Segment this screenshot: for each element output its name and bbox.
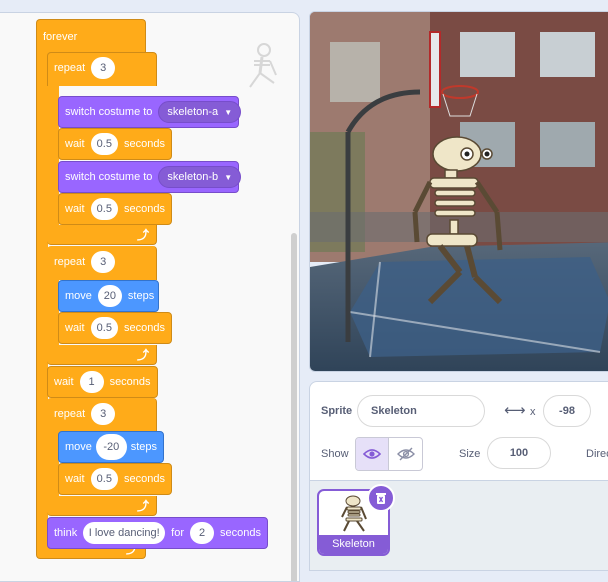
caret-down-icon: ▼ — [224, 172, 233, 182]
size-label: Size — [459, 448, 481, 460]
trash-icon — [376, 492, 386, 504]
move1-steps-input[interactable]: 20 — [97, 285, 122, 307]
show-visible-button[interactable] — [356, 438, 390, 470]
code-area[interactable]: forever ⤴ repeat 3 ⤴ switch costume to s… — [0, 12, 300, 582]
x-position-field[interactable]: -98 — [543, 395, 591, 427]
switch-costume-block-1[interactable]: switch costume to skeleton-a ▼ — [58, 96, 242, 128]
sprite-info-panel: Sprite Skeleton ⟷ x -98 Show Size 100 Di… — [309, 381, 608, 481]
costume-dropdown-2[interactable]: skeleton-b ▼ — [158, 166, 242, 188]
wait-label: wait — [65, 473, 85, 485]
direction-label: Direc — [586, 448, 608, 460]
repeat-label: repeat — [54, 256, 86, 268]
forever-label: forever — [43, 31, 78, 43]
steps-label: steps — [127, 290, 155, 302]
wait3-value-input[interactable]: 0.5 — [90, 317, 119, 339]
think-message-input[interactable]: I love dancing! — [83, 522, 166, 544]
repeat1-count-input[interactable]: 3 — [91, 57, 116, 79]
repeat3-count-input[interactable]: 3 — [91, 403, 116, 425]
repeat-label: repeat — [54, 62, 86, 74]
repeat2-block[interactable]: repeat 3 — [48, 246, 121, 278]
caret-down-icon: ▼ — [224, 107, 233, 117]
seconds-label: seconds — [124, 322, 165, 334]
wait-label: wait — [65, 203, 85, 215]
skeleton-thumbnail — [341, 495, 367, 532]
repeat-label: repeat — [54, 408, 86, 420]
for-label: for — [171, 527, 185, 539]
x-position-value: -98 — [559, 405, 575, 417]
move-label: move — [65, 441, 92, 453]
sprite-name-field[interactable]: Skeleton — [357, 395, 485, 427]
think-seconds-input[interactable]: 2 — [190, 522, 215, 544]
wait1-value-input[interactable]: 0.5 — [90, 133, 119, 155]
repeat3-block[interactable]: repeat 3 — [48, 398, 121, 430]
sprite-label: Sprite — [321, 405, 353, 417]
x-label: x — [530, 406, 536, 418]
delete-sprite-button[interactable] — [367, 484, 395, 512]
wait-block-3[interactable]: wait 0.5 seconds — [58, 312, 172, 344]
move2-steps-input[interactable]: -20 — [97, 436, 125, 458]
size-value: 100 — [509, 447, 529, 459]
wait-block-1[interactable]: wait 0.5 seconds — [58, 128, 172, 160]
wait4-value-input[interactable]: 1 — [79, 371, 104, 393]
wait-label: wait — [54, 376, 74, 388]
wait-block-4[interactable]: wait 1 seconds — [47, 366, 158, 398]
horizontal-arrows-icon: ⟷ — [504, 402, 526, 419]
costume-dropdown-2-value: skeleton-b — [167, 171, 219, 183]
sprite-tile-name: Skeleton — [319, 535, 388, 554]
sprite-list: Skeleton — [309, 481, 608, 571]
seconds-label: seconds — [124, 138, 165, 150]
wait2-value-input[interactable]: 0.5 — [90, 198, 119, 220]
think-block[interactable]: think I love dancing! for 2 seconds — [47, 517, 268, 549]
repeat1-block[interactable]: repeat 3 — [48, 52, 121, 84]
code-area-scrollbar[interactable] — [291, 233, 297, 581]
wait-label: wait — [65, 138, 85, 150]
switch-costume-block-2[interactable]: switch costume to skeleton-b ▼ — [58, 161, 242, 193]
move-block-2[interactable]: move -20 steps — [58, 431, 164, 463]
forever-block[interactable]: forever — [37, 21, 83, 53]
costume-dropdown-1[interactable]: skeleton-a ▼ — [158, 101, 242, 123]
move-label: move — [65, 290, 92, 302]
sprite-name-value: Skeleton — [371, 405, 417, 417]
eye-slash-icon — [396, 447, 415, 461]
show-hidden-button[interactable] — [389, 438, 422, 470]
size-field[interactable]: 100 — [487, 437, 551, 469]
show-label: Show — [321, 448, 349, 460]
costume-dropdown-1-value: skeleton-a — [167, 106, 219, 118]
move-block-1[interactable]: move 20 steps — [58, 280, 159, 312]
repeat3-loop-arrow-icon: ⤴ — [137, 499, 150, 513]
seconds-label: seconds — [124, 473, 165, 485]
sprite-watermark-icon — [249, 43, 277, 88]
think-label: think — [54, 527, 78, 539]
repeat1-loop-arrow-icon: ⤴ — [137, 228, 150, 242]
seconds-label: seconds — [109, 376, 151, 388]
switch-costume-label: switch costume to — [65, 106, 153, 118]
eye-icon — [363, 449, 381, 459]
repeat2-count-input[interactable]: 3 — [91, 251, 116, 273]
steps-label: steps — [130, 441, 157, 453]
skeleton-sprite[interactable] — [405, 132, 515, 312]
wait-block-2[interactable]: wait 0.5 seconds — [58, 193, 172, 225]
wait5-value-input[interactable]: 0.5 — [90, 468, 119, 490]
wait-block-5[interactable]: wait 0.5 seconds — [58, 463, 172, 495]
stage[interactable] — [309, 11, 608, 372]
show-toggle-group — [355, 437, 423, 471]
wait-label: wait — [65, 322, 85, 334]
switch-costume-label: switch costume to — [65, 171, 153, 183]
repeat2-loop-arrow-icon: ⤴ — [137, 348, 150, 362]
seconds-label: seconds — [124, 203, 165, 215]
seconds-label: seconds — [220, 527, 261, 539]
